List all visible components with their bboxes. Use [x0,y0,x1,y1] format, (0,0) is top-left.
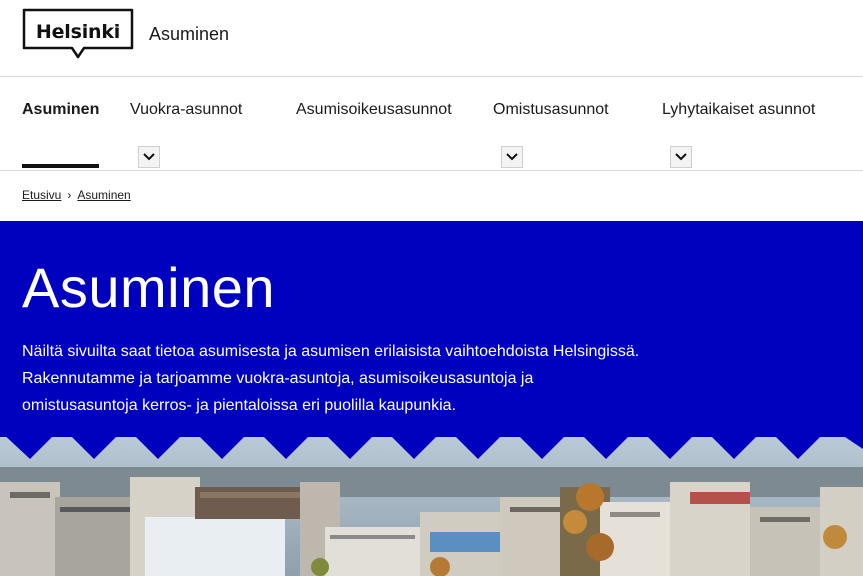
hero-banner: Asuminen Näiltä sivuilta saat tietoa asu… [0,221,863,576]
nav-dropdown-omistusasunnot[interactable] [670,146,692,168]
breadcrumb: Etusivu › Asuminen [22,188,131,202]
site-header: Helsinki Asuminen [0,0,863,77]
helsinki-logo[interactable]: Helsinki [22,8,134,59]
nav-item-lyhytaikaiset-asunnot[interactable]: Lyhytaikaiset asunnot [662,101,815,119]
site-name[interactable]: Asuminen [149,24,229,45]
hero-description-line: Rakennutamme ja tarjoamme vuokra-asuntoj… [22,370,534,387]
nav-dropdown-vuokra-asunnot[interactable] [138,146,160,168]
main-navigation: Asuminen Vuokra-asunnot Asumisoikeusasun… [0,77,863,171]
nav-item-asumisoikeusasunnot[interactable]: Asumisoikeusasunnot [296,101,452,119]
city-aerial-photo [0,437,863,576]
chevron-down-icon [506,153,518,161]
chevron-down-icon [675,153,687,161]
nav-item-vuokra-asunnot[interactable]: Vuokra-asunnot [130,101,242,119]
chevron-down-icon [143,153,155,161]
page-title: Asuminen [22,256,276,319]
nav-dropdown-asumisoikeusasunnot[interactable] [501,146,523,168]
hero-description: Näiltä sivuilta saat tietoa asumisesta j… [22,338,702,419]
nav-item-asuminen[interactable]: Asuminen [22,101,99,119]
breadcrumb-separator: › [67,188,72,202]
hero-description-line: Näiltä sivuilta saat tietoa asumisesta j… [22,343,640,360]
nav-active-indicator [22,164,99,168]
breadcrumb-link-asuminen[interactable]: Asuminen [77,188,130,202]
logo-text: Helsinki [35,21,121,43]
nav-item-omistusasunnot[interactable]: Omistusasunnot [493,101,609,119]
breadcrumb-link-etusivu[interactable]: Etusivu [22,188,61,202]
hero-description-line: omistusasuntoja kerros- ja pientaloissa … [22,397,457,414]
